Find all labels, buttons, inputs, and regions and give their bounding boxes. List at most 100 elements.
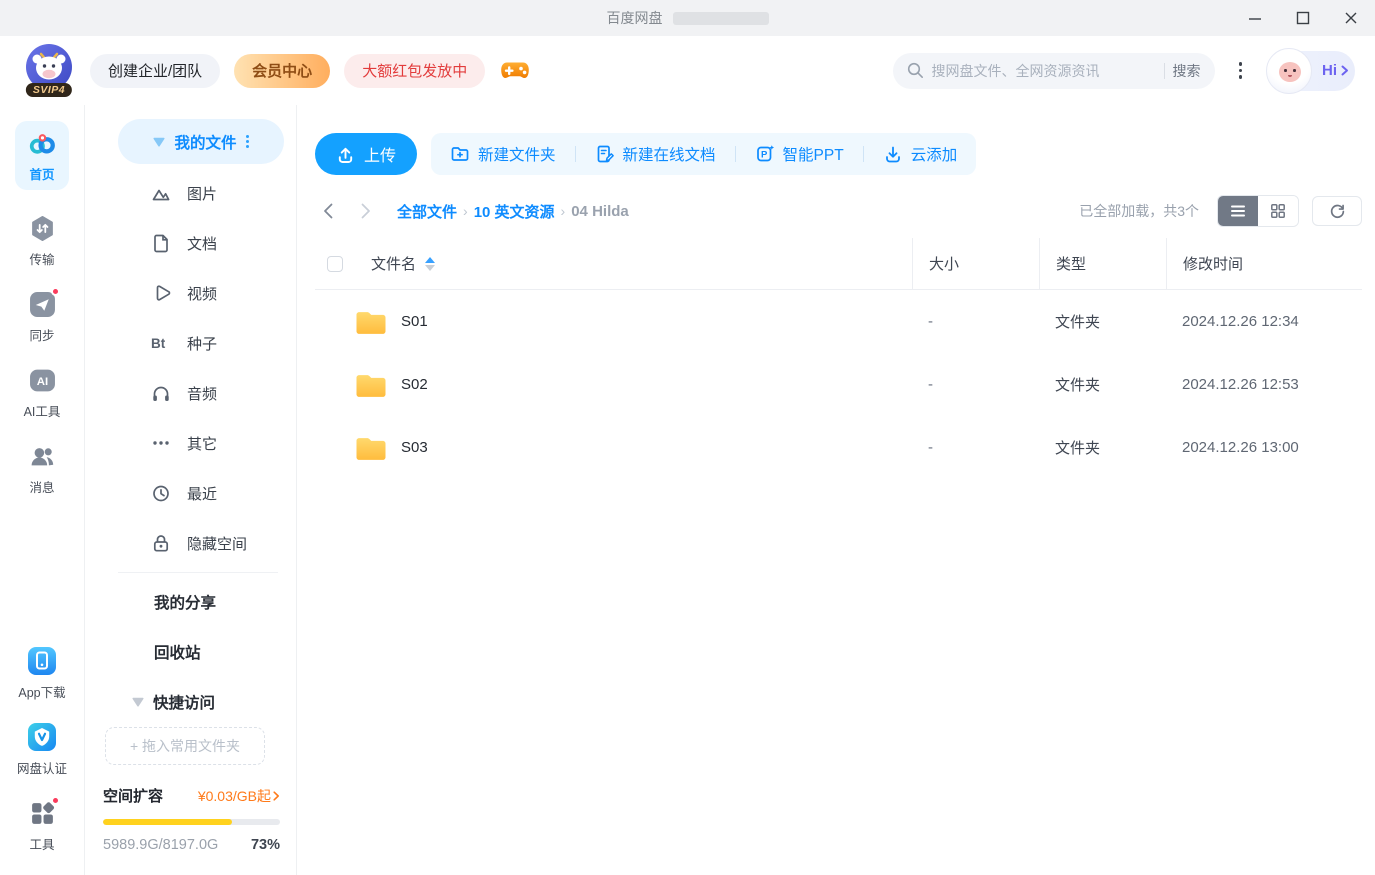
upload-button[interactable]: 上传 xyxy=(315,133,418,175)
sidebar-item-torrents[interactable]: Bt 种子 xyxy=(85,318,296,368)
sort-control[interactable] xyxy=(425,256,436,271)
new-online-doc-label: 新建在线文档 xyxy=(622,147,716,164)
load-status-text: 已全部加载，共3个 xyxy=(1079,203,1199,219)
greeting-label: Hi xyxy=(1322,62,1349,79)
minimize-button[interactable] xyxy=(1231,0,1279,36)
rail-item-ai-tools[interactable]: AI AI工具 xyxy=(24,366,60,420)
ellipsis-icon xyxy=(153,441,169,445)
file-size: - xyxy=(928,376,933,393)
rail-label: App下载 xyxy=(18,686,66,700)
sidebar-divider xyxy=(118,572,278,573)
sidebar-item-recent[interactable]: 最近 xyxy=(85,468,296,518)
left-rail: 首页 传输 同步 AI AI工具 消息 App下载 网盘认证 工具 xyxy=(0,105,85,875)
file-name: S03 xyxy=(401,439,428,456)
new-folder-button[interactable]: 新建文件夹 xyxy=(431,133,575,175)
breadcrumb-separator: › xyxy=(463,203,468,219)
titlebar-center: 百度网盘 xyxy=(0,8,1375,28)
maximize-icon xyxy=(1296,11,1310,25)
grid-view-button[interactable] xyxy=(1258,196,1298,226)
search-bar[interactable]: 搜索 xyxy=(892,52,1215,89)
nav-back-button[interactable] xyxy=(315,203,341,219)
triangle-down-icon xyxy=(153,137,166,147)
my-files-more-icon[interactable] xyxy=(245,135,249,148)
select-all-cell xyxy=(315,238,355,289)
search-button[interactable]: 搜索 xyxy=(1173,61,1201,81)
upload-label: 上传 xyxy=(364,148,397,165)
sidebar-item-images[interactable]: 图片 xyxy=(85,168,296,218)
rail-item-messages[interactable]: 消息 xyxy=(28,442,56,496)
lock-icon xyxy=(153,535,169,552)
sidebar-item-recycle-bin[interactable]: 回收站 xyxy=(85,627,296,677)
breadcrumb-root[interactable]: 全部文件 xyxy=(397,201,457,222)
red-packet-banner[interactable]: 大额红包发放中 xyxy=(344,53,486,88)
sidebar-item-my-files[interactable]: 我的文件 xyxy=(118,119,284,164)
sidebar-item-my-shares[interactable]: 我的分享 xyxy=(85,577,296,627)
sidebar-item-others[interactable]: 其它 xyxy=(85,418,296,468)
quick-access-drop-zone[interactable]: + 拖入常用文件夹 xyxy=(105,727,265,765)
category-label: 最近 xyxy=(187,485,218,503)
user-greeting-pill[interactable]: Hi xyxy=(1266,47,1355,94)
create-team-button[interactable]: 创建企业/团队 xyxy=(90,53,221,88)
rail-item-home[interactable]: 首页 xyxy=(15,121,69,190)
select-all-checkbox[interactable] xyxy=(327,255,343,272)
cloud-add-button[interactable]: 云添加 xyxy=(864,133,977,175)
svip-badge: SVIP4 xyxy=(25,82,73,97)
member-center-button[interactable]: 会员中心 xyxy=(234,53,331,88)
new-folder-label: 新建文件夹 xyxy=(478,147,556,164)
close-icon xyxy=(1345,12,1357,24)
cloud-add-label: 云添加 xyxy=(910,147,958,164)
file-name-cell[interactable]: S03 xyxy=(355,434,912,461)
table-row[interactable]: S02 - 文件夹 2024.12.26 12:53 xyxy=(315,353,1362,416)
table-row[interactable]: S01 - 文件夹 2024.12.26 12:34 xyxy=(315,290,1362,353)
rail-item-tools[interactable]: 工具 xyxy=(28,796,60,853)
smart-ppt-icon: P xyxy=(756,145,774,162)
category-label: 种子 xyxy=(187,335,218,353)
history-clock-icon xyxy=(153,485,169,502)
refresh-button[interactable] xyxy=(1312,196,1362,226)
file-name: S01 xyxy=(401,313,428,330)
column-header-modified: 修改时间 xyxy=(1166,238,1362,289)
account-avatar-button[interactable]: SVIP4 xyxy=(22,43,76,99)
sidebar-quick-access-header[interactable]: 快捷访问 xyxy=(85,677,296,727)
rail-item-sync[interactable]: 同步 xyxy=(28,287,60,344)
file-name-cell[interactable]: S02 xyxy=(355,371,912,398)
close-button[interactable] xyxy=(1327,0,1375,36)
nav-forward-button[interactable] xyxy=(353,203,379,219)
grid-view-icon xyxy=(1271,204,1285,218)
rail-item-transfer[interactable]: 传输 xyxy=(28,214,56,268)
maximize-button[interactable] xyxy=(1279,0,1327,36)
storage-upgrade-link[interactable]: ¥0.03/GB起 xyxy=(198,786,280,806)
storage-expand-label: 空间扩容 xyxy=(103,788,164,805)
notification-dot xyxy=(51,796,60,805)
game-center-button[interactable] xyxy=(499,57,531,85)
file-modified: 2024.12.26 12:34 xyxy=(1182,313,1299,330)
file-modified: 2024.12.26 12:53 xyxy=(1182,376,1299,393)
storage-panel: 空间扩容 ¥0.03/GB起 5989.9G/8197.0G 73% xyxy=(103,785,280,853)
sidebar-item-hidden-space[interactable]: 隐藏空间 xyxy=(85,518,296,568)
online-doc-icon xyxy=(597,145,614,163)
file-name-cell[interactable]: S01 xyxy=(355,308,912,335)
upload-icon xyxy=(338,147,353,163)
sidebar: 我的文件 图片 文档 视频 Bt 种子 音频 其它 最近 隐藏空间 我的分享 回… xyxy=(85,105,297,875)
header-more-menu-button[interactable] xyxy=(1229,56,1253,85)
quick-access-label: 快捷访问 xyxy=(153,695,216,712)
breadcrumb-parent[interactable]: 10 英文资源 xyxy=(474,201,555,222)
rail-item-certification[interactable]: 网盘认证 xyxy=(17,723,67,777)
list-view-button[interactable] xyxy=(1218,196,1258,226)
smart-ppt-button[interactable]: P 智能PPT xyxy=(736,133,863,175)
search-input[interactable] xyxy=(931,62,1156,79)
sidebar-item-documents[interactable]: 文档 xyxy=(85,218,296,268)
table-header: 文件名 大小 类型 修改时间 xyxy=(315,238,1362,290)
rail-label: 工具 xyxy=(29,838,55,852)
triangle-down-icon xyxy=(132,697,144,707)
netdisk-home-icon xyxy=(29,134,55,154)
name-header-label: 文件名 xyxy=(371,256,417,273)
category-label: 隐藏空间 xyxy=(187,535,248,553)
sidebar-item-videos[interactable]: 视频 xyxy=(85,268,296,318)
rail-item-app-download[interactable]: App下载 xyxy=(18,647,66,701)
svg-text:P: P xyxy=(761,150,768,161)
sidebar-item-audio[interactable]: 音频 xyxy=(85,368,296,418)
my-files-label: 我的文件 xyxy=(174,134,237,152)
table-row[interactable]: S03 - 文件夹 2024.12.26 13:00 xyxy=(315,416,1362,479)
new-online-doc-button[interactable]: 新建在线文档 xyxy=(576,133,735,175)
